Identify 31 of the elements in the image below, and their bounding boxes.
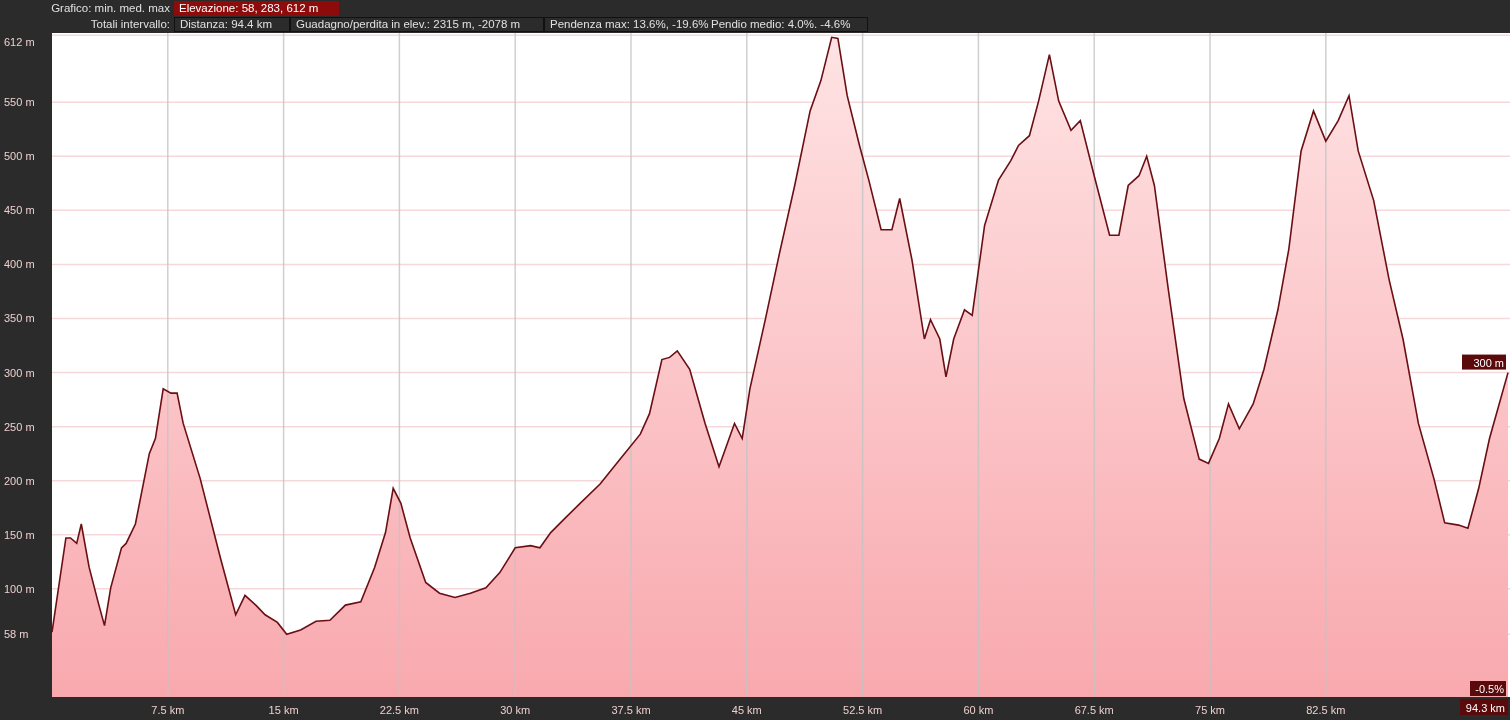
y-axis-label: 450 m	[4, 204, 35, 217]
y-axis-label: 200 m	[4, 474, 35, 487]
totals-stat: Distanza: 94.4 km	[174, 16, 290, 32]
elevation-summary: Elevazione: 58, 283, 612 m	[174, 0, 339, 16]
y-axis-label: 500 m	[4, 150, 35, 163]
x-axis-label: 67.5 km	[1074, 704, 1114, 716]
x-axis-label: 82.5 km	[1306, 704, 1346, 716]
x-axis-label: 15 km	[268, 704, 299, 716]
y-axis-label: 550 m	[4, 96, 35, 109]
totals-stat: Guadagno/perdita in elev.: 2315 m, -2078 m	[290, 16, 544, 32]
y-axis-label: 300 m	[4, 366, 35, 379]
y-axis-label: 612 m	[4, 36, 35, 48]
x-axis-label: 60 km	[963, 704, 994, 716]
x-axis-label: 22.5 km	[379, 704, 419, 716]
x-axis-label: 45 km	[731, 704, 762, 716]
totals-stat: Pendenza max: 13.6%, -19.6%	[544, 16, 706, 32]
x-axis-label: 37.5 km	[611, 704, 651, 716]
x-axis-label: 52.5 km	[843, 704, 883, 716]
y-axis-label: 350 m	[4, 312, 35, 325]
slope-readout: -0.5%	[1470, 681, 1506, 696]
y-axis-label: 58 m	[4, 628, 29, 641]
x-axis-label: 7.5 km	[151, 704, 185, 716]
chart-label: Grafico: min. med. max	[50, 2, 171, 14]
y-axis-label: 400 m	[4, 258, 35, 271]
x-axis-label: 30 km	[500, 704, 531, 716]
y-axis-label: 150 m	[4, 528, 35, 541]
x-axis-label: 75 km	[1195, 704, 1225, 716]
y-axis-label: 250 m	[4, 420, 35, 433]
distance-readout: 94.3 km	[1460, 699, 1508, 715]
y-axis-label: 100 m	[4, 582, 35, 595]
totals-label: Totali intervallo:	[89, 18, 171, 30]
